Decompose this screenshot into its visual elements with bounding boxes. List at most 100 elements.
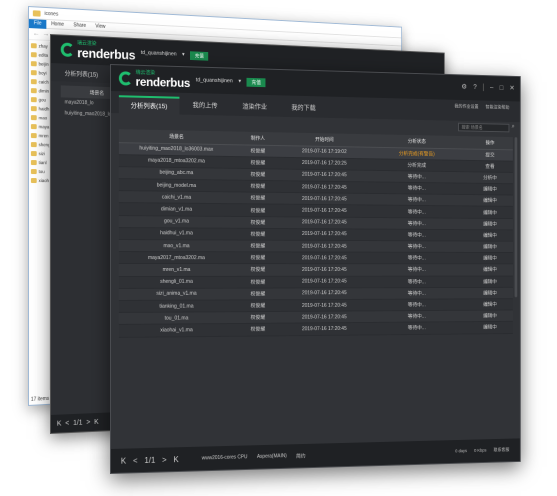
tab-my-uploads[interactable]: 我的上传 xyxy=(181,97,229,116)
cell-analysis-status: 等待中... xyxy=(365,298,467,312)
minimize-icon[interactable]: – xyxy=(490,84,493,91)
ribbon-tab-share[interactable]: Share xyxy=(69,21,91,31)
column-owner[interactable]: 制作人 xyxy=(233,131,283,146)
cell-owner: 权俊耀 xyxy=(233,192,283,205)
cell-owner: 权俊耀 xyxy=(233,311,283,324)
cell-start-time: 2019-07-16 17:20:45 xyxy=(282,252,366,265)
cell-start-time: 2019-07-16 17:20:45 xyxy=(282,240,366,253)
cell-action[interactable]: 编辑中 xyxy=(466,229,513,242)
list-item[interactable]: tou xyxy=(29,167,49,176)
table-row[interactable]: xiaohai_v1.ma 权俊耀 2019-07-16 17:20:45 等待中..… xyxy=(118,321,513,337)
table-row[interactable]: maya2017_mtoa3202.ma 权俊耀 2019-07-16 17:20:… xyxy=(118,251,513,265)
last-page-icon[interactable]: K xyxy=(173,455,178,464)
cell-start-time: 2019-07-16 17:20:45 xyxy=(282,180,366,194)
help-icon[interactable]: ? xyxy=(473,84,476,91)
tab-my-downloads[interactable]: 我的下载 xyxy=(280,99,327,118)
cell-analysis-status: 等待中... xyxy=(365,228,467,242)
search-icon[interactable]: ⌕ xyxy=(512,124,515,131)
folder-icon xyxy=(30,43,37,49)
speed-label: 0 Kbps xyxy=(474,447,487,453)
tab-analysis-list[interactable]: 分析列表(15) xyxy=(118,95,180,115)
cell-action[interactable]: 编辑中 xyxy=(466,241,513,253)
chevron-down-icon[interactable]: ▾ xyxy=(182,52,185,58)
cell-action[interactable]: 编辑中 xyxy=(466,183,513,196)
cell-analysis-status: 等待中... xyxy=(365,264,467,276)
cell-owner: 权俊耀 xyxy=(233,180,283,193)
explorer-title: icones xyxy=(44,10,59,18)
cell-analysis-status: 等待中... xyxy=(365,240,467,253)
transfer-line-label[interactable]: Aspera(MAIN) xyxy=(257,453,287,461)
close-icon[interactable]: ✕ xyxy=(509,85,514,92)
cell-action[interactable]: 编辑中 xyxy=(466,206,513,219)
settings-icon[interactable]: ⚙ xyxy=(461,83,467,90)
list-item[interactable]: maya xyxy=(29,122,49,131)
folder-name: maya xyxy=(38,124,50,130)
list-item[interactable]: mao xyxy=(29,113,49,122)
divider xyxy=(482,83,484,92)
folder-icon xyxy=(30,61,37,67)
platform-label[interactable]: www2016-cores CPU xyxy=(202,454,248,462)
cell-action[interactable]: 编辑中 xyxy=(466,252,513,265)
user-name[interactable]: td_quanshijinen xyxy=(141,50,177,57)
cell-action[interactable]: 编辑中 xyxy=(466,194,513,207)
maximize-icon[interactable]: □ xyxy=(500,84,504,91)
list-item[interactable]: sizi xyxy=(29,149,49,158)
prev-page-icon[interactable]: < xyxy=(65,420,69,427)
cell-action[interactable]: 编辑中 xyxy=(466,275,513,288)
folder-icon xyxy=(30,133,37,139)
window-footer: K < 1/1 > K www2016-cores CPU Aspera(MAI… xyxy=(110,438,520,473)
mode-label[interactable]: 简约 xyxy=(296,452,305,459)
first-page-icon[interactable]: K xyxy=(121,456,126,465)
table-row[interactable]: mao_v1.ma 权俊耀 2019-07-16 17:20:45 等待中... 编辑中 xyxy=(118,239,513,253)
logo-en: renderbus xyxy=(135,74,191,90)
next-page-icon[interactable]: > xyxy=(162,455,167,464)
explorer-status: 17 items xyxy=(30,395,50,403)
contact-support-link[interactable]: 联系客服 xyxy=(494,447,510,453)
list-item[interactable]: xiaoh xyxy=(29,176,49,185)
cell-owner: 权俊耀 xyxy=(233,228,283,241)
cell-action[interactable]: 编辑中 xyxy=(466,310,513,322)
cell-action[interactable]: 编辑中 xyxy=(466,264,513,276)
chevron-down-icon[interactable]: ▾ xyxy=(238,79,241,85)
cell-action[interactable]: 编辑中 xyxy=(466,298,513,311)
cell-action[interactable]: 查看 xyxy=(466,160,513,173)
next-page-icon[interactable]: > xyxy=(86,419,90,426)
render-help-link[interactable]: 智能渲染帮助 xyxy=(486,104,510,110)
folder-name: zhay xyxy=(38,43,48,49)
cell-action[interactable]: 分析中 xyxy=(466,171,513,184)
folder-name: gou xyxy=(38,97,46,103)
cell-action[interactable]: 提交 xyxy=(466,148,513,161)
prev-page-icon[interactable]: < xyxy=(133,456,138,465)
cell-action[interactable]: 编辑中 xyxy=(466,217,513,230)
ribbon-tab-home[interactable]: Home xyxy=(46,19,68,29)
folder-icon xyxy=(30,142,37,148)
tab-render-jobs[interactable]: 渲染作业 xyxy=(231,98,278,117)
forward-arrow-icon[interactable]: → xyxy=(42,31,49,38)
recharge-button[interactable]: 充值 xyxy=(246,77,266,87)
last-page-icon[interactable]: K xyxy=(94,418,98,425)
job-settings-link[interactable]: 我的作业设置 xyxy=(455,104,479,110)
cell-analysis-status: 等待中... xyxy=(365,217,467,230)
tab-analysis-list[interactable]: 分析列表(15) xyxy=(65,68,98,78)
search-input[interactable]: 搜索 场景名 xyxy=(458,122,510,133)
cell-scene-name: dimian_v1.ma xyxy=(118,203,234,217)
ribbon-tab-file[interactable]: File xyxy=(28,18,47,29)
vertical-scrollbar[interactable] xyxy=(514,137,518,298)
user-name[interactable]: td_quanshijinen xyxy=(196,77,233,84)
back-arrow-icon[interactable]: ← xyxy=(33,30,40,37)
ribbon-tab-view[interactable]: View xyxy=(91,22,110,32)
cell-owner: 权俊耀 xyxy=(233,323,283,336)
cell-action[interactable]: 编辑中 xyxy=(466,321,513,334)
column-actions: 操作 xyxy=(466,136,513,150)
folder-name: tianl xyxy=(38,160,47,166)
recharge-button[interactable]: 充值 xyxy=(190,50,209,61)
table-row[interactable]: mren_v1.ma 权俊耀 2019-07-16 17:20:45 等待中... 编辑… xyxy=(118,263,513,277)
cell-owner: 权俊耀 xyxy=(233,251,283,265)
footer-info: www2016-cores CPU Aspera(MAIN) 简约 xyxy=(202,452,306,462)
list-item[interactable]: mren xyxy=(29,131,49,140)
cell-action[interactable]: 编辑中 xyxy=(466,287,513,299)
renderbus-window: 瑞云渲染 renderbus td_quanshijinen ▾ 充值 ⚙ ? … xyxy=(110,64,521,474)
first-page-icon[interactable]: K xyxy=(57,420,62,427)
list-item[interactable]: tianl xyxy=(29,158,49,167)
list-item[interactable]: sheng xyxy=(29,140,49,149)
